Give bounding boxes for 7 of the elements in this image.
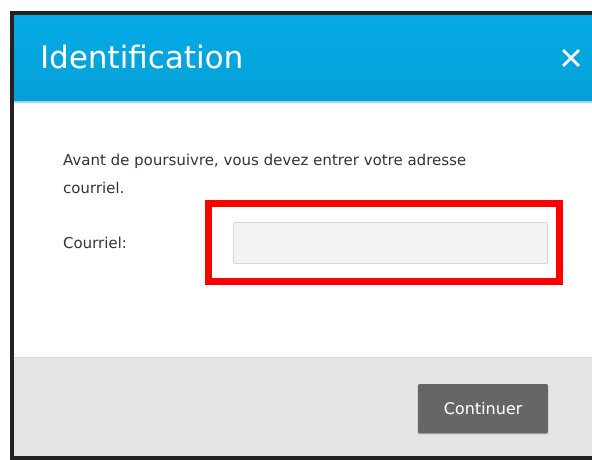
field-label: Courriel:	[63, 234, 128, 252]
continue-button[interactable]: Continuer	[418, 384, 548, 432]
close-icon	[561, 48, 581, 68]
close-button[interactable]	[561, 48, 581, 68]
dialog-title: Identification	[40, 40, 244, 76]
instruction-text: Avant de poursuivre, vous devez entrer votre adresse courriel.	[63, 150, 468, 199]
email-field[interactable]	[233, 222, 548, 264]
